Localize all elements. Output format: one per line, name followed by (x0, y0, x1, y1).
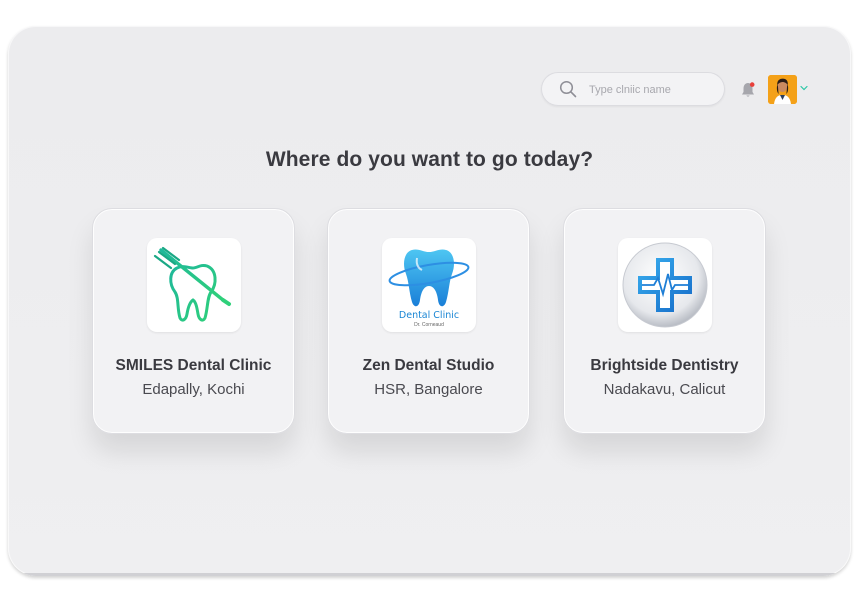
clinic-name: Brightside Dentistry (590, 357, 739, 374)
search-input[interactable] (587, 79, 721, 101)
clinic-location: Nadakavu, Calicut (603, 381, 726, 398)
tooth-toothbrush-logo (147, 238, 241, 332)
medical-cross-logo (618, 238, 712, 332)
app-window: Where do you want to go today? SMILES De… (8, 26, 851, 576)
clinic-card-brightside[interactable]: Brightside Dentistry Nadakavu, Calicut (563, 208, 766, 434)
clinic-card-zen[interactable]: Dental Clinic Dr. Corneaud Zen Dental St… (327, 208, 530, 434)
page-title: Where do you want to go today? (265, 148, 594, 171)
clinic-name: SMILES Dental Clinic (115, 357, 272, 374)
logo-text: Dental Clinic (398, 310, 460, 321)
chevron-down-icon[interactable] (800, 85, 808, 91)
blue-tooth-logo: Dental Clinic Dr. Corneaud (382, 238, 476, 332)
search-bar[interactable] (541, 72, 725, 106)
clinic-card-smiles[interactable]: SMILES Dental Clinic Edapally, Kochi (92, 208, 295, 434)
clinic-location: HSR, Bangalore (374, 381, 483, 398)
user-avatar[interactable] (768, 75, 797, 104)
clinic-name: Zen Dental Studio (362, 357, 495, 374)
search-icon (559, 80, 577, 98)
logo-subtext: Dr. Corneaud (414, 322, 444, 328)
bell-icon[interactable] (740, 81, 756, 99)
avatar-image (768, 75, 797, 104)
clinic-location: Edapally, Kochi (142, 381, 245, 398)
